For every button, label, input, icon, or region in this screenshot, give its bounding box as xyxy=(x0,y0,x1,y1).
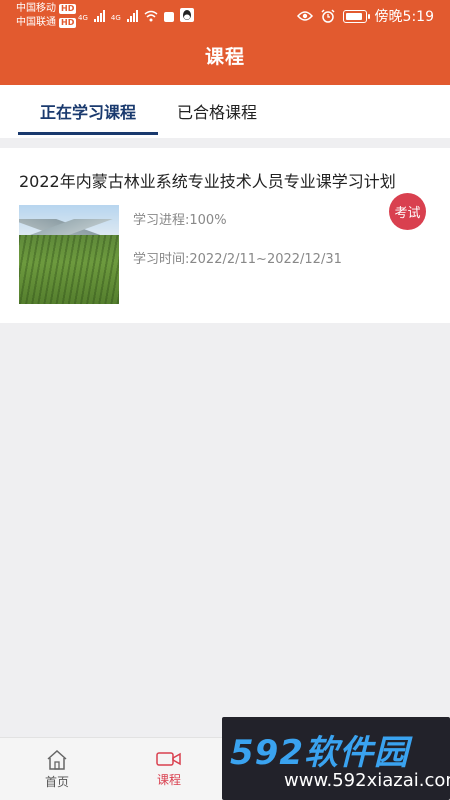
carrier-1: 中国移动 xyxy=(16,3,56,14)
tab-learning-courses[interactable]: 正在学习课程 xyxy=(18,99,158,138)
nav-home[interactable]: 首页 xyxy=(27,750,87,790)
alarm-icon xyxy=(321,9,335,23)
active-tab-indicator xyxy=(18,132,158,135)
course-card[interactable]: 2022年内蒙古林业系统专业技术人员专业课学习计划 学习进程:100% 学习时间… xyxy=(0,148,450,323)
course-thumbnail xyxy=(19,205,119,304)
tab-label: 正在学习课程 xyxy=(39,103,136,122)
course-progress: 学习进程:100% xyxy=(133,209,227,228)
page-title: 课程 xyxy=(204,46,245,68)
hd-badge: HD xyxy=(59,4,77,14)
nav-home-label: 首页 xyxy=(44,775,69,789)
status-time: 傍晚5:19 xyxy=(374,9,434,25)
nav-course[interactable]: 课程 xyxy=(139,750,199,788)
progress-value: 100% xyxy=(189,213,227,228)
status-right: 傍晚5:19 xyxy=(296,6,434,26)
nav-course-label: 课程 xyxy=(156,773,181,787)
wifi-icon xyxy=(144,10,158,22)
app-header: 中国移动 HD 中国联通 HD 4G 4G 傍晚5:19 课程 xyxy=(0,0,450,85)
watermark-url: www.592xiazai.com xyxy=(284,770,450,791)
home-icon xyxy=(47,750,67,770)
eye-icon xyxy=(296,11,313,21)
tab-label: 已合格课程 xyxy=(177,103,258,122)
period-label: 学习时间: xyxy=(133,252,190,267)
network-icons: 4G 4G xyxy=(78,8,194,22)
watermark-title: 592软件园 xyxy=(230,733,409,773)
hd-badge: HD xyxy=(59,18,77,28)
watermark-logo: 592软件园 www.592xiazai.com xyxy=(222,717,450,800)
tab-passed-courses[interactable]: 已合格课程 xyxy=(177,99,257,138)
net-type-1: 4G xyxy=(78,14,88,22)
exam-button[interactable]: 考试 xyxy=(389,193,426,230)
signal-icon xyxy=(126,10,138,22)
carrier-2: 中国联通 xyxy=(16,17,56,28)
qq-icon xyxy=(179,8,194,22)
signal-icon xyxy=(93,10,105,22)
battery-icon xyxy=(342,9,370,23)
period-value: 2022/2/11~2022/12/31 xyxy=(189,252,342,267)
notification-icon xyxy=(163,12,174,22)
course-title: 2022年内蒙古林业系统专业技术人员专业课学习计划 xyxy=(19,172,396,191)
status-bar: 中国移动 HD 中国联通 HD 4G 4G 傍晚5:19 xyxy=(0,0,450,32)
course-period: 学习时间:2022/2/11~2022/12/31 xyxy=(133,248,342,267)
net-type-2: 4G xyxy=(110,14,121,22)
video-camera-icon xyxy=(156,752,181,766)
tab-bar: 正在学习课程 已合格课程 xyxy=(0,85,450,138)
carrier-info: 中国移动 HD 中国联通 HD xyxy=(16,2,77,30)
progress-label: 学习进程: xyxy=(133,213,190,228)
